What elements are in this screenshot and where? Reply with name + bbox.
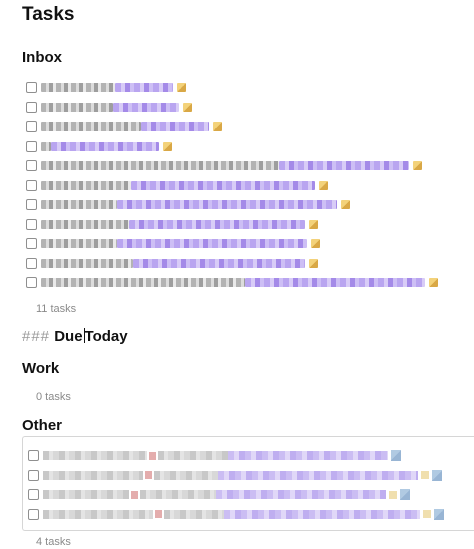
pencil-edit-icon[interactable] bbox=[183, 102, 192, 112]
inbox-heading: Inbox bbox=[22, 49, 62, 66]
task-text-redacted bbox=[41, 122, 141, 132]
tag-icon bbox=[155, 510, 162, 519]
task-text-redacted bbox=[41, 200, 117, 210]
task-text-redacted bbox=[41, 219, 129, 229]
markdown-heading-marker: ### bbox=[22, 328, 51, 345]
task-checkbox[interactable] bbox=[26, 82, 37, 94]
pencil-edit-icon[interactable] bbox=[309, 258, 318, 268]
task-checkbox[interactable] bbox=[28, 508, 39, 520]
task-text-redacted bbox=[41, 258, 133, 268]
inbox-task-4 bbox=[26, 137, 438, 157]
task-link-redacted[interactable] bbox=[117, 239, 307, 249]
due-today-word-2: Today bbox=[84, 328, 128, 345]
task-link-redacted[interactable] bbox=[51, 141, 159, 151]
task-link-redacted[interactable] bbox=[129, 219, 305, 229]
tag-icon bbox=[149, 451, 156, 460]
pencil-edit-icon[interactable] bbox=[429, 278, 438, 288]
pencil-edit-icon[interactable] bbox=[177, 83, 186, 93]
inbox-task-11 bbox=[26, 273, 438, 293]
calendar-icon bbox=[400, 489, 410, 501]
task-text-redacted bbox=[164, 509, 224, 519]
other-task-list bbox=[28, 446, 444, 524]
task-text-redacted bbox=[158, 451, 228, 461]
due-today-heading-editor[interactable]: ### Due Today bbox=[22, 328, 128, 345]
inbox-task-list bbox=[26, 78, 438, 293]
task-link-redacted[interactable] bbox=[245, 278, 425, 288]
pencil-edit-icon[interactable] bbox=[311, 239, 320, 249]
note-icon bbox=[421, 471, 429, 480]
task-checkbox[interactable] bbox=[26, 160, 37, 172]
task-checkbox[interactable] bbox=[26, 199, 37, 211]
task-text-redacted bbox=[41, 180, 131, 190]
task-text-redacted bbox=[41, 83, 115, 93]
task-checkbox[interactable] bbox=[28, 450, 39, 462]
task-text-redacted bbox=[43, 490, 129, 500]
task-checkbox[interactable] bbox=[28, 489, 39, 501]
other-task-2 bbox=[28, 466, 444, 486]
other-task-4 bbox=[28, 505, 444, 525]
task-text-redacted bbox=[41, 278, 245, 288]
work-task-count: 0 tasks bbox=[36, 391, 71, 403]
inbox-task-count: 11 tasks bbox=[36, 303, 77, 315]
task-text-redacted bbox=[41, 161, 279, 171]
pencil-edit-icon[interactable] bbox=[309, 219, 318, 229]
inbox-task-2 bbox=[26, 98, 438, 118]
tag-icon bbox=[131, 490, 138, 499]
other-task-1 bbox=[28, 446, 444, 466]
inbox-task-7 bbox=[26, 195, 438, 215]
pencil-edit-icon[interactable] bbox=[163, 141, 172, 151]
inbox-task-9 bbox=[26, 234, 438, 254]
inbox-task-10 bbox=[26, 254, 438, 274]
task-link-redacted[interactable] bbox=[117, 200, 337, 210]
task-checkbox[interactable] bbox=[26, 121, 37, 133]
task-link-redacted[interactable] bbox=[216, 490, 386, 500]
task-link-redacted[interactable] bbox=[141, 122, 209, 132]
task-text-redacted bbox=[43, 451, 147, 461]
task-checkbox[interactable] bbox=[26, 140, 37, 152]
other-heading: Other bbox=[22, 417, 63, 434]
calendar-icon bbox=[434, 508, 444, 520]
pencil-edit-icon[interactable] bbox=[341, 200, 350, 210]
task-checkbox[interactable] bbox=[26, 101, 37, 113]
task-checkbox[interactable] bbox=[26, 218, 37, 230]
task-link-redacted[interactable] bbox=[218, 470, 418, 480]
task-text-redacted bbox=[41, 102, 113, 112]
task-checkbox[interactable] bbox=[26, 238, 37, 250]
task-text-redacted bbox=[41, 141, 51, 151]
pencil-edit-icon[interactable] bbox=[319, 180, 328, 190]
task-link-redacted[interactable] bbox=[279, 161, 409, 171]
tag-icon bbox=[145, 471, 152, 480]
other-task-3 bbox=[28, 485, 444, 505]
task-checkbox[interactable] bbox=[26, 179, 37, 191]
task-link-redacted[interactable] bbox=[131, 180, 315, 190]
other-task-count: 4 tasks bbox=[36, 536, 71, 548]
task-link-redacted[interactable] bbox=[115, 83, 173, 93]
inbox-task-5 bbox=[26, 156, 438, 176]
note-icon bbox=[389, 490, 397, 499]
inbox-task-3 bbox=[26, 117, 438, 137]
pencil-edit-icon[interactable] bbox=[213, 122, 222, 132]
task-link-redacted[interactable] bbox=[224, 509, 420, 519]
task-link-redacted[interactable] bbox=[133, 258, 305, 268]
due-today-word-1: Due bbox=[54, 328, 83, 345]
note-icon bbox=[423, 510, 431, 519]
task-text-redacted bbox=[154, 470, 218, 480]
pencil-edit-icon[interactable] bbox=[413, 161, 422, 171]
calendar-icon bbox=[432, 469, 442, 481]
task-text-redacted bbox=[43, 509, 153, 519]
task-checkbox[interactable] bbox=[28, 469, 39, 481]
task-link-redacted[interactable] bbox=[228, 451, 388, 461]
task-link-redacted[interactable] bbox=[113, 102, 179, 112]
task-checkbox[interactable] bbox=[26, 277, 37, 289]
inbox-task-6 bbox=[26, 176, 438, 196]
task-text-redacted bbox=[140, 490, 216, 500]
inbox-task-8 bbox=[26, 215, 438, 235]
task-checkbox[interactable] bbox=[26, 257, 37, 269]
task-text-redacted bbox=[43, 470, 143, 480]
task-text-redacted bbox=[41, 239, 117, 249]
page-title: Tasks bbox=[22, 4, 75, 25]
inbox-task-1 bbox=[26, 78, 438, 98]
calendar-icon bbox=[391, 450, 401, 462]
work-heading: Work bbox=[22, 360, 60, 377]
